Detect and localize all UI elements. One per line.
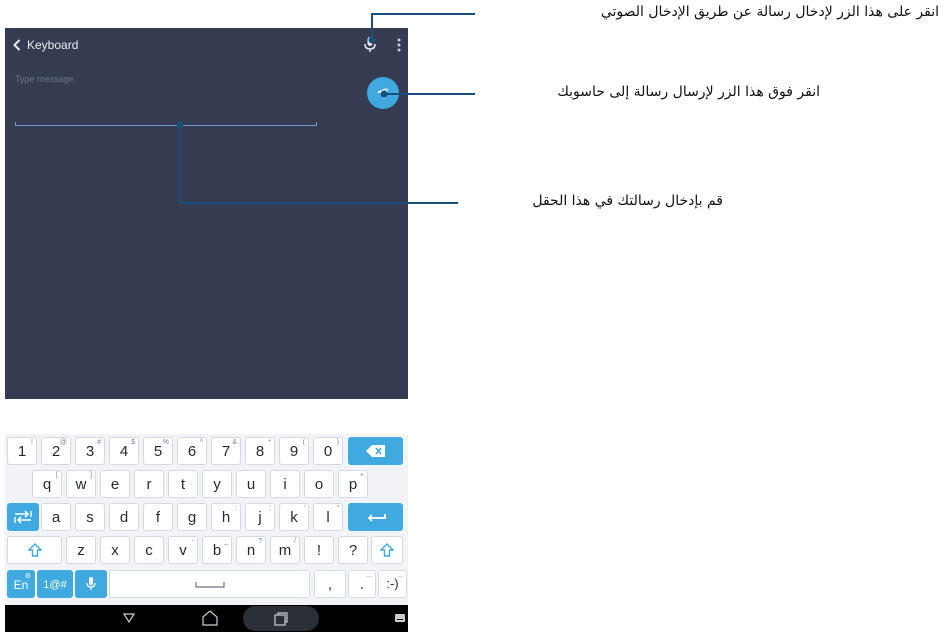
annotation-field: قم بإدخال رسالتك في هذا الحقل xyxy=(532,193,723,209)
annotation-send: انقر فوق هذا الزر لإرسال رسالة إلى حاسوب… xyxy=(557,84,820,100)
annotation-mic: انقر على هذا الزر لإدخال رسالة عن طريق ا… xyxy=(600,4,939,20)
